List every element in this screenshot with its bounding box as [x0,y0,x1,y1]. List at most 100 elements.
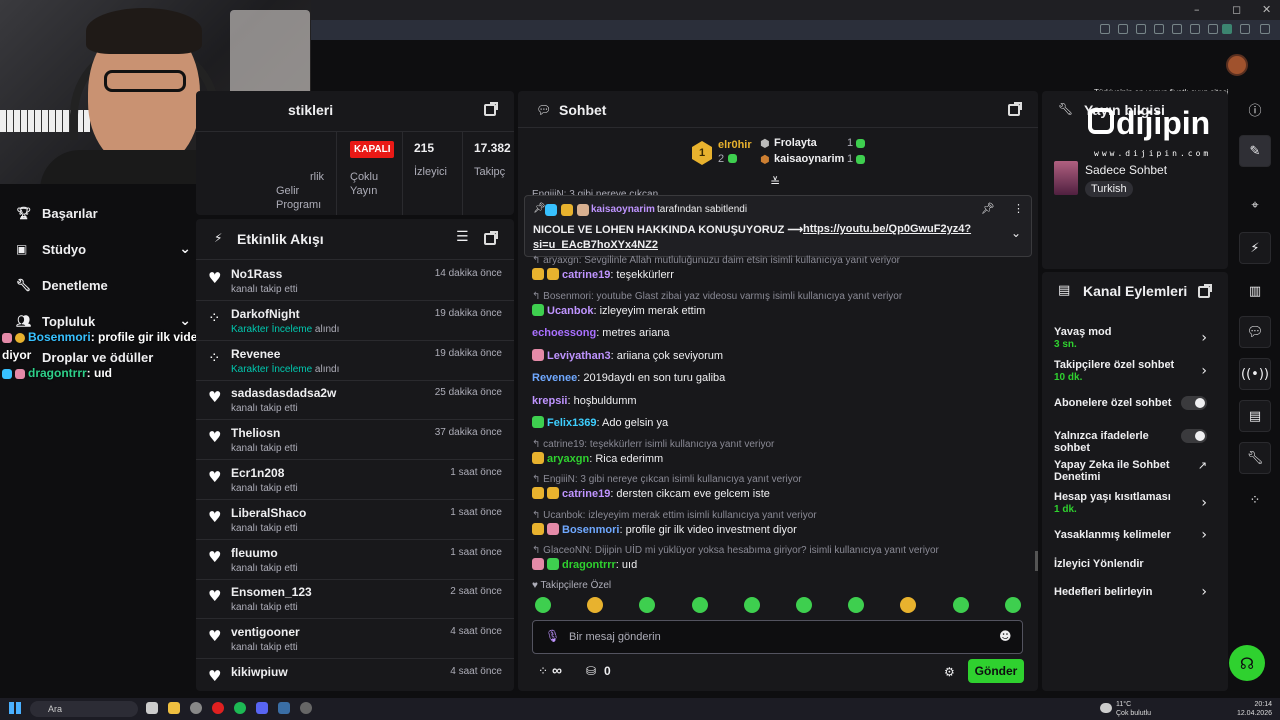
emote-icon[interactable] [796,597,812,613]
chat-message[interactable]: catrine19: dersten cikcam eve gelcem ist… [532,487,770,501]
file-explorer-icon[interactable] [168,702,180,714]
chat-message[interactable]: Revenee: 2019daydı en son turu galiba [532,371,725,385]
activity-row[interactable]: ⁘ Revenee Karakter İnceleme alındı 19 dakik… [196,341,514,381]
reply-context[interactable]: ↰ Bosenmori: youtube Glast zibai yaz vid… [532,291,902,302]
chat-username[interactable]: Leviyathan3 [547,350,611,362]
info-icon[interactable]: ⓘ [1239,93,1271,125]
category-thumbnail[interactable] [1054,161,1078,195]
emote-icon[interactable] [743,597,760,613]
nav-item-achievements[interactable]: 🏆︎ Başarılar [16,203,98,223]
reply-context[interactable]: ↰ EngiiiN: 3 gibi nereye çıkcan isimli k… [532,474,802,485]
chat-message[interactable]: Felix1369: Ado gelsin ya [532,416,668,430]
chat-message[interactable]: aryaxgn: Rica ederimm [532,451,663,466]
task-view-icon[interactable] [146,702,158,714]
toggle-switch[interactable] [1181,396,1207,410]
app-icon[interactable] [190,702,202,714]
help-chat-button[interactable]: ☊ [1229,645,1265,681]
activity-row[interactable]: ♥ ventigooner kanalı takip etti 4 saat önce [196,619,514,660]
taskbar-clock[interactable]: 20:14 12.04.2026 [1237,700,1272,718]
profile-icon[interactable] [1222,24,1232,34]
channel-action-1[interactable]: Yavaş mod 3 sn. › [1054,326,1219,352]
chat-username[interactable]: dragontrrr [562,559,616,571]
settings-icon[interactable] [1240,24,1250,34]
windows-start-icon[interactable] [9,702,21,714]
category-name[interactable]: Sadece Sohbet [1085,163,1167,177]
chat-settings-icon[interactable]: ⚙ [944,665,955,679]
unpin-icon[interactable]: 📌︎ [981,202,995,215]
activity-row[interactable]: ♥ Ensomen_123 kanalı takip etti 2 saat önce [196,579,514,620]
channel-action-7[interactable]: Yasaklanmış kelimeler › [1054,527,1219,543]
pencil-icon[interactable]: ✎ [1239,135,1271,167]
points-icon[interactable]: ⁘ [1239,484,1271,516]
channel-action-3[interactable]: Abonelere özel sohbet [1054,396,1219,410]
channel-points-icon[interactable]: ⁘ [538,664,548,678]
broadcast-icon[interactable]: ((•)) [1239,358,1271,390]
notes-icon[interactable]: ▥ [1239,275,1271,307]
emote-picker-icon[interactable]: ☻ [999,629,1012,643]
spotify-icon[interactable] [234,702,246,714]
chat-username[interactable]: Revenee [532,372,577,384]
extension-icon[interactable] [1154,24,1164,34]
chat-leaderboard[interactable]: 1 elr0hir 2 ⬢ Frolayta 1 ⬢ kaisaoynarim … [692,137,892,171]
ai-icon[interactable] [1260,24,1270,34]
focus-icon[interactable]: ⌖ [1239,189,1271,221]
popout-icon[interactable] [1198,284,1212,298]
popout-icon[interactable] [484,231,498,245]
chat-username[interactable]: catrine19 [562,269,610,281]
activity-row[interactable]: ⁘ DarkofNight Karakter İnceleme alındı 19 d… [196,301,514,341]
chat-scrollbar[interactable] [1035,551,1038,571]
toggle-switch[interactable] [1181,429,1207,443]
expand-chevron-icon[interactable]: ≚ [770,175,780,189]
channel-action-5[interactable]: Yapay Zeka ile Sohbet Denetimi ↗ [1054,459,1219,483]
popout-icon[interactable] [1008,102,1022,116]
steam-icon[interactable] [278,702,290,714]
filter-icon[interactable]: ☰ [456,229,469,245]
more-options-icon[interactable]: ⋮ [1013,202,1024,215]
chat-message[interactable]: Bosenmori: profile gir ilk video investm… [532,522,797,537]
emote-icon[interactable] [848,597,865,613]
channel-action-9[interactable]: Hedefleri belirleyin › [1054,584,1219,600]
weather-widget[interactable]: 11°C Çok bulutlu [1116,700,1151,718]
reply-context[interactable]: ↰ GlaceoNN: Dijipin UİD mi yüklüyor yoks… [532,545,939,556]
discord-icon[interactable] [256,702,268,714]
nav-item-moderation[interactable]: 🔧︎ Denetleme [16,275,108,295]
nav-item-studio[interactable]: ▣ Stüdyo ⌄ [16,239,191,259]
emote-icon[interactable] [952,597,969,613]
chat-input-field[interactable]: 🎙︎ Bir mesaj gönderin ☻ [532,620,1023,654]
taskbar-search[interactable]: Ara [30,701,138,717]
emote-icon[interactable] [639,597,656,613]
reply-context[interactable]: ↰ aryaxgn: Sevgilinle Allah mutluluğunuz… [532,255,900,266]
app-icon[interactable] [300,702,312,714]
popout-icon[interactable] [484,102,498,116]
chat-message[interactable]: krepsii: hoşbuldumm [532,394,637,408]
zoom-icon[interactable] [1100,24,1110,34]
emote-icon[interactable] [587,597,604,613]
chat-username[interactable]: krepsii [532,395,567,407]
minimize-button[interactable]: – [1194,3,1200,16]
emote-icon[interactable] [691,597,708,613]
activity-row[interactable]: ♥ No1Rass kanalı takip etti 14 dakika önce [196,261,514,301]
chat-message[interactable]: Ucanbok: izleyeyim merak ettim [532,303,705,318]
reply-context[interactable]: ↰ Ucanbok: izleyeyim merak ettim isimli … [532,510,817,521]
chat-message[interactable]: echoessong: metres ariana [532,326,670,340]
activity-row[interactable]: ♥ fleuumo kanalı takip etti 1 saat önce [196,540,514,580]
emote-icon[interactable] [535,597,551,613]
emote-icon[interactable] [1004,597,1021,613]
wrench-icon[interactable]: 🔧︎ [1239,442,1271,474]
opera-icon[interactable] [212,702,224,714]
microphone-icon[interactable]: 🎙︎ [545,629,560,643]
user-avatar[interactable] [1226,54,1248,76]
maximize-button[interactable]: ◻ [1232,3,1241,16]
browser-address-bar[interactable] [310,20,1280,40]
chat-message[interactable]: Leviyathan3: ariiana çok seviyorum [532,348,723,363]
channel-action-4[interactable]: Yalnızca ifadelerle sohbet [1054,429,1219,454]
activity-row[interactable]: ♥ Theliosn kanalı takip etti 37 dakika önce [196,420,514,461]
emote-icon[interactable] [900,597,917,613]
send-button[interactable]: Gönder [968,659,1024,683]
pinned-link[interactable]: si=u_EAcB7hoXYx4NZ2 [533,239,658,251]
channel-action-8[interactable]: İzleyici Yönlendir [1054,558,1219,570]
activity-row[interactable]: ♥ sadasdasdadsa2w kanalı takip etti 25 daki… [196,380,514,421]
chat-username[interactable]: Felix1369 [547,417,597,429]
pinned-message[interactable]: 📌︎ kaisaoynarim tarafından sabitlendi 📌︎… [524,195,1032,257]
chat-message[interactable]: dragontrrr: uıd [532,558,637,572]
